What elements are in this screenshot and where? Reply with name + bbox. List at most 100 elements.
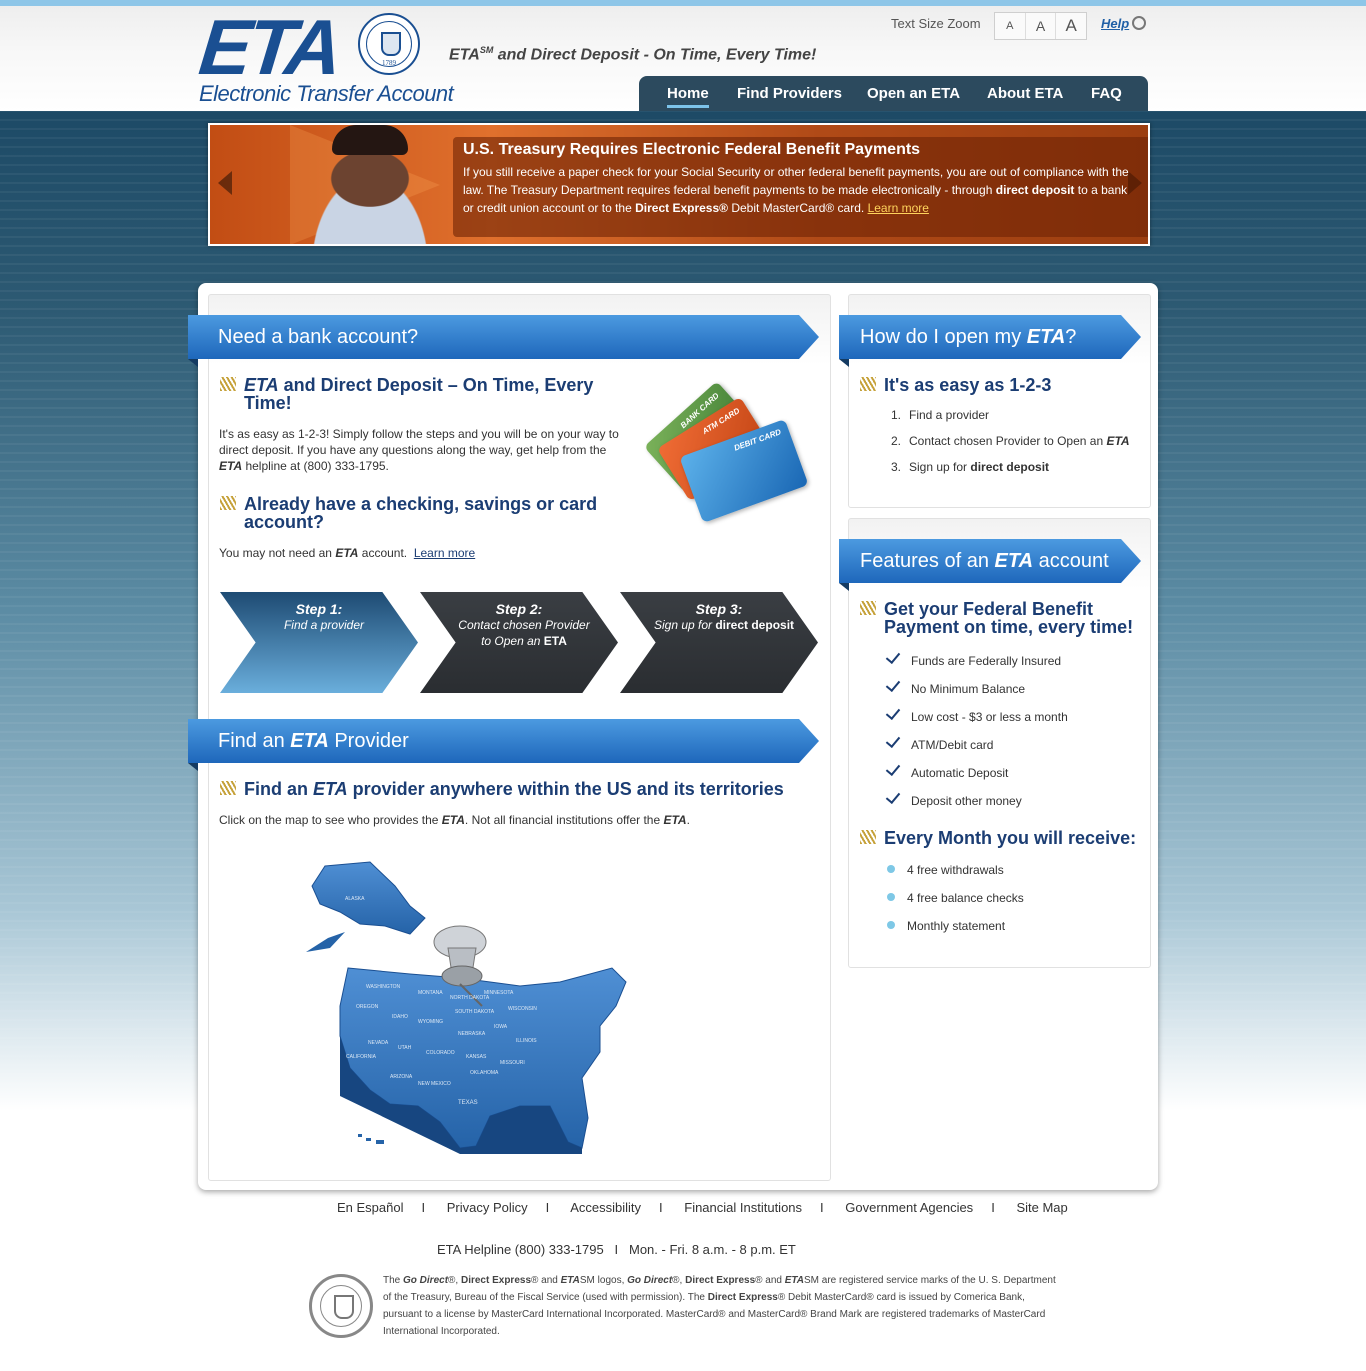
feature-item: Deposit other money (885, 788, 1068, 820)
svg-text:NEW MEXICO: NEW MEXICO (418, 1081, 451, 1087)
main-nav: Home Find Providers Open an ETA About ET… (639, 76, 1148, 111)
find-provider-ribbon: Find an ETA Provider (188, 719, 819, 763)
fiscal-service-seal-icon (309, 1274, 373, 1338)
cards-image: BANK CARD ATM CARD DEBIT CARD (643, 378, 820, 554)
easy-as-123-heading: It's as easy as 1-2-3 (884, 375, 1052, 395)
hawaii[interactable] (358, 1134, 384, 1144)
monthly-item: 4 free withdrawals (885, 863, 1024, 891)
svg-text:COLORADO: COLORADO (426, 1050, 455, 1056)
how-to-open-ribbon: How do I open my ETA? (839, 315, 1141, 359)
help-link[interactable]: Help (1101, 16, 1129, 31)
monthly-list: 4 free withdrawals 4 free balance checks… (885, 863, 1024, 947)
feature-item: No Minimum Balance (885, 676, 1068, 708)
checkmark-icon (885, 732, 901, 749)
heading-bars-icon (860, 601, 876, 615)
svg-text:IDAHO: IDAHO (392, 1014, 408, 1020)
banner-textbox: U.S. Treasury Requires Electronic Federa… (453, 137, 1148, 237)
svg-text:MONTANA: MONTANA (418, 990, 443, 996)
checkmark-icon (885, 760, 901, 777)
svg-text:NEBRASKA: NEBRASKA (458, 1031, 486, 1037)
banner-title: U.S. Treasury Requires Electronic Federa… (463, 141, 921, 158)
open-step-2: 2. Contact chosen Provider to Open an ETA (890, 434, 1130, 448)
svg-text:IOWA: IOWA (494, 1024, 508, 1030)
svg-text:WISCONSIN: WISCONSIN (508, 1006, 537, 1012)
checkmark-icon (885, 704, 901, 721)
monthly-item: 4 free balance checks (885, 891, 1024, 919)
heading-bars-icon (220, 781, 236, 795)
feature-item: Funds are Federally Insured (885, 648, 1068, 680)
footer-link-espanol[interactable]: En Español (337, 1200, 404, 1215)
hero-banner: U.S. Treasury Requires Electronic Federa… (208, 123, 1150, 246)
svg-text:OREGON: OREGON (356, 1004, 379, 1010)
svg-text:KANSAS: KANSAS (466, 1054, 487, 1060)
banner-body: If you still receive a paper check for y… (463, 165, 1129, 215)
open-steps-list: 1. Find a provider 2. Contact chosen Provi… (885, 408, 1130, 486)
checkmark-icon (885, 676, 901, 693)
bullet-icon (887, 921, 895, 929)
text-size-small-button[interactable]: A (995, 13, 1026, 39)
banner-learn-more-link[interactable]: Learn more (868, 201, 929, 215)
svg-text:MINNESOTA: MINNESOTA (484, 990, 514, 996)
svg-text:OKLAHOMA: OKLAHOMA (470, 1070, 499, 1076)
svg-text:ILLINOIS: ILLINOIS (516, 1038, 537, 1044)
footer-link-accessibility[interactable]: Accessibility (570, 1200, 641, 1215)
eta-direct-deposit-heading: ETA and Direct Deposit – On Time, Every T… (244, 375, 594, 413)
text-size-medium-button[interactable]: A (1026, 13, 1057, 39)
legal-notice: The Go Direct®, Direct Express® and ETAS… (383, 1275, 1056, 1337)
svg-text:SOUTH DAKOTA: SOUTH DAKOTA (455, 1009, 495, 1015)
seal-year: 1789 (382, 59, 396, 67)
svg-text:CALIFORNIA: CALIFORNIA (346, 1054, 377, 1060)
nav-open-an-eta[interactable]: Open an ETA (867, 85, 960, 102)
text-size-label: Text Size Zoom (891, 16, 981, 31)
find-provider-heading: Find an ETA provider anywhere within the… (244, 779, 784, 799)
map-instructions: Click on the map to see who provides the… (219, 813, 690, 827)
heading-bars-icon (860, 377, 876, 391)
svg-text:MISSOURI: MISSOURI (500, 1060, 525, 1066)
nav-faq[interactable]: FAQ (1091, 85, 1122, 102)
eta-logo[interactable]: ETA (195, 3, 342, 91)
footer-links: En Español I Privacy Policy I Accessibilit… (337, 1200, 1068, 1215)
features-list: Funds are Federally Insured No Minimum B… (885, 648, 1068, 820)
logo-subtitle: Electronic Transfer Account (199, 81, 454, 106)
open-step-3: 3. Sign up for direct deposit (890, 460, 1050, 474)
feature-item: Low cost - $3 or less a month (885, 704, 1068, 736)
svg-text:ALASKA: ALASKA (345, 896, 365, 902)
bullet-icon (887, 865, 895, 873)
learn-more-link[interactable]: Learn more (414, 546, 475, 560)
open-step-1: 1. Find a provider (890, 408, 990, 422)
footer-helpline: ETA Helpline (800) 333-1795 I Mon. - Fri… (437, 1242, 796, 1257)
federal-benefit-heading: Get your Federal Benefit Payment on time,… (884, 599, 1134, 637)
woman-photo (280, 125, 460, 244)
treasury-seal-icon: 1789 (358, 13, 420, 75)
carousel-prev-icon[interactable] (218, 171, 232, 195)
svg-text:ARIZONA: ARIZONA (390, 1074, 413, 1080)
already-have-account-heading: Already have a checking, savings or card… (244, 494, 598, 532)
nav-about-eta[interactable]: About ETA (987, 85, 1063, 102)
feature-item: ATM/Debit card (885, 732, 1068, 764)
footer-link-site-map[interactable]: Site Map (1016, 1200, 1067, 1215)
every-month-heading: Every Month you will receive: (884, 828, 1137, 848)
nav-home[interactable]: Home (667, 85, 709, 108)
footer-link-privacy[interactable]: Privacy Policy (447, 1200, 528, 1215)
nav-find-providers[interactable]: Find Providers (737, 85, 842, 102)
bullet-icon (887, 893, 895, 901)
text-size-controls: A A A (994, 12, 1087, 40)
svg-text:NEVADA: NEVADA (368, 1040, 389, 1046)
footer-link-government-agencies[interactable]: Government Agencies (845, 1200, 973, 1215)
svg-text:UTAH: UTAH (398, 1045, 412, 1051)
features-ribbon: Features of an ETA account (839, 539, 1141, 583)
alaska-region[interactable] (306, 861, 426, 952)
checkmark-icon (885, 648, 901, 665)
svg-text:WYOMING: WYOMING (418, 1019, 443, 1025)
footer-link-financial-institutions[interactable]: Financial Institutions (684, 1200, 802, 1215)
may-not-need-paragraph: You may not need an ETA account. Learn m… (219, 546, 476, 560)
checkmark-icon (885, 788, 901, 805)
us-map[interactable]: ALASKA WASHINGTON MONTANA NORTH DAKOTA O… (300, 856, 640, 1156)
heading-bars-icon (220, 496, 236, 510)
monthly-item: Monthly statement (885, 919, 1024, 947)
text-size-large-button[interactable]: A (1056, 13, 1086, 39)
lifebuoy-icon[interactable] (1132, 16, 1146, 30)
heading-bars-icon (860, 830, 876, 844)
intro-paragraph: It's as easy as 1-2-3! Simply follow the… (219, 427, 619, 473)
feature-item: Automatic Deposit (885, 760, 1068, 792)
